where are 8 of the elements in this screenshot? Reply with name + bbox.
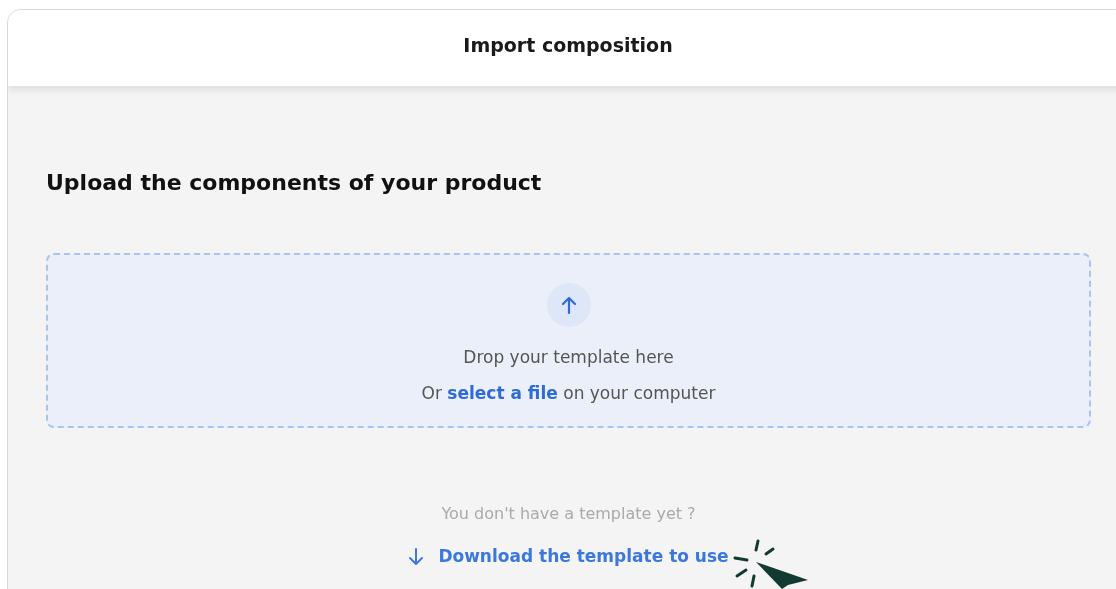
template-prompt: You don't have a template yet ? xyxy=(441,503,696,525)
download-template-link[interactable]: Download the template to use xyxy=(408,544,729,570)
section-heading: Upload the components of your product xyxy=(46,169,543,197)
file-dropzone[interactable]: Drop your template here Or select a file on your computer xyxy=(46,253,1091,428)
select-file-instruction: Or select a file on your computer xyxy=(421,381,716,405)
drop-instruction: Drop your template here xyxy=(463,346,674,369)
download-arrow-icon xyxy=(408,547,425,566)
dialog-title: Import composition xyxy=(463,32,673,58)
